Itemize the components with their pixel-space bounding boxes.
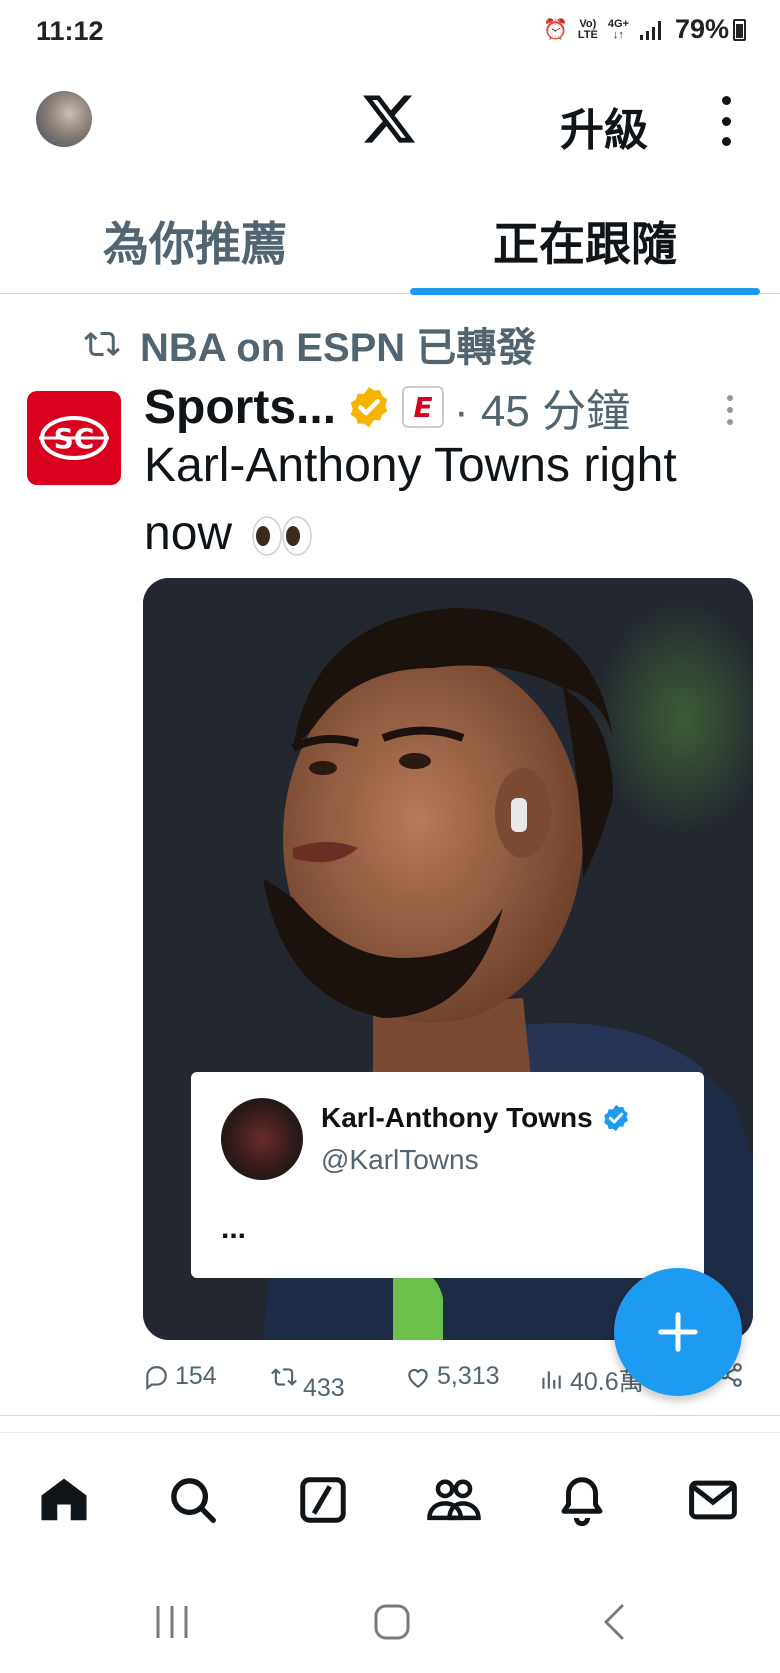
quoted-tweet-card[interactable]: Karl-Anthony Towns @KarlTowns ... [191, 1072, 704, 1278]
author-avatar[interactable]: SC [27, 391, 121, 485]
quoted-avatar [221, 1098, 303, 1180]
home-icon [41, 1478, 87, 1521]
tweet-text: Karl-Anthony Towns right now [144, 439, 677, 560]
nav-messages[interactable] [686, 1473, 740, 1527]
espn-affiliate-badge[interactable]: E [402, 386, 445, 428]
more-options-icon[interactable] [718, 96, 734, 146]
heart-icon [408, 1368, 428, 1388]
views-icon [542, 1371, 561, 1389]
sportscenter-logo-icon: SC [39, 416, 109, 460]
alarm-icon: ⏰ [542, 19, 568, 41]
profile-avatar[interactable] [36, 91, 92, 147]
volte-indicator: Vo) LTE [577, 17, 598, 41]
quoted-name-row: Karl-Anthony Towns [321, 1102, 631, 1134]
quoted-body: ... [221, 1212, 247, 1245]
nav-communities[interactable] [425, 1473, 481, 1527]
reply-button[interactable]: 154 [143, 1362, 217, 1391]
verified-gold-icon [350, 386, 388, 428]
plus-icon [658, 1312, 698, 1352]
x-logo-icon [363, 95, 416, 143]
retweet-context[interactable]: NBA on ESPN 已轉發 [84, 315, 536, 373]
verified-blue-icon [603, 1104, 628, 1132]
active-tab-indicator [410, 288, 760, 295]
like-button[interactable]: 5,313 [405, 1362, 500, 1391]
status-time: 11:12 [36, 16, 104, 46]
retweet-button[interactable]: 433 [271, 1362, 345, 1402]
tab-for-you[interactable]: 為你推薦 [0, 188, 390, 293]
nav-notifications[interactable] [555, 1473, 609, 1527]
quoted-author-handle: @KarlTowns [321, 1144, 479, 1175]
nav-home[interactable] [37, 1473, 91, 1527]
svg-text:SC: SC [54, 422, 95, 455]
battery-icon [733, 18, 746, 41]
status-icons: ⏰ Vo) LTE 4G+ ↓↑ 79% [543, 14, 746, 45]
search-icon [171, 1478, 216, 1523]
back-icon[interactable] [596, 1602, 636, 1642]
notifications-icon [561, 1477, 603, 1527]
system-navigation [0, 1562, 780, 1673]
battery-indicator: 79% [675, 14, 746, 45]
app-header: 升級 [0, 68, 780, 188]
home-system-icon[interactable] [372, 1602, 412, 1642]
recent-apps-icon[interactable] [152, 1602, 192, 1642]
feed-tabs: 為你推薦 正在跟隨 [0, 188, 780, 295]
reply-icon [146, 1365, 167, 1390]
retweet-icon [84, 331, 120, 357]
communities-icon [427, 1479, 481, 1521]
tab-following[interactable]: 正在跟隨 [390, 188, 780, 295]
data-indicator: 4G+ ↓↑ [607, 17, 629, 41]
tweet-timestamp: · 45 分鐘 [454, 387, 631, 436]
messages-icon [689, 1480, 737, 1520]
compose-post-button[interactable] [614, 1268, 742, 1396]
nav-search[interactable] [166, 1473, 220, 1527]
tweet-more-icon[interactable] [726, 395, 734, 425]
grok-icon [300, 1477, 346, 1523]
upgrade-button[interactable]: 升級 [560, 94, 648, 158]
retweet-action-icon [271, 1367, 297, 1386]
author-name[interactable]: Sports... [144, 380, 336, 435]
status-bar: 11:12 ⏰ Vo) LTE 4G+ ↓↑ 79% [0, 0, 780, 68]
retweet-label: NBA on ESPN 已轉發 [140, 326, 537, 370]
tweet-header: Sports... E · 45 分鐘 [144, 378, 631, 437]
eyes-emoji-icon [252, 516, 313, 557]
signal-icon [639, 20, 661, 40]
bottom-navigation [0, 1432, 780, 1562]
feed-divider [0, 1415, 780, 1416]
quoted-author-name: Karl-Anthony Towns [321, 1102, 593, 1133]
nav-grok[interactable] [296, 1473, 350, 1527]
